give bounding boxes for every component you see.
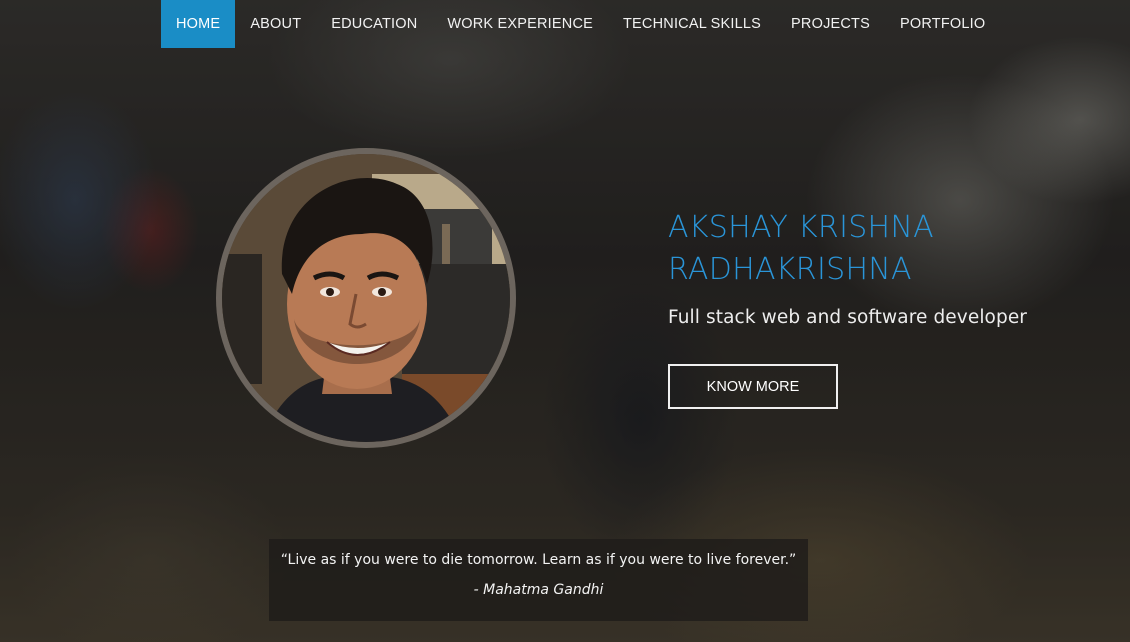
nav-item-home[interactable]: HOME	[161, 0, 236, 48]
quote-author: - Mahatma Gandhi	[473, 582, 604, 598]
nav-item-projects[interactable]: PROJECTS	[776, 0, 885, 48]
hero-name: AKSHAY KRISHNA RADHAKRISHNA	[668, 207, 1028, 291]
quote-text: “Live as if you were to die tomorrow. Le…	[280, 552, 797, 568]
nav-item-portfolio[interactable]: PORTFOLIO	[885, 0, 1000, 48]
nav-item-about[interactable]: ABOUT	[235, 0, 316, 48]
main-navigation: HOME ABOUT EDUCATION WORK EXPERIENCE TEC…	[161, 0, 1000, 48]
hero-subtitle: Full stack web and software developer	[668, 307, 1028, 328]
nav-item-education[interactable]: EDUCATION	[316, 0, 432, 48]
hero-name-line2: RADHAKRISHNA	[668, 252, 912, 287]
hero-name-line1: AKSHAY KRISHNA	[668, 210, 934, 245]
profile-photo	[216, 148, 516, 448]
profile-photo-illustration	[222, 154, 510, 442]
know-more-button[interactable]: KNOW MORE	[668, 364, 838, 409]
nav-item-work-experience[interactable]: WORK EXPERIENCE	[432, 0, 608, 48]
nav-item-technical-skills[interactable]: TECHNICAL SKILLS	[608, 0, 776, 48]
quote-box: “Live as if you were to die tomorrow. Le…	[269, 539, 808, 621]
